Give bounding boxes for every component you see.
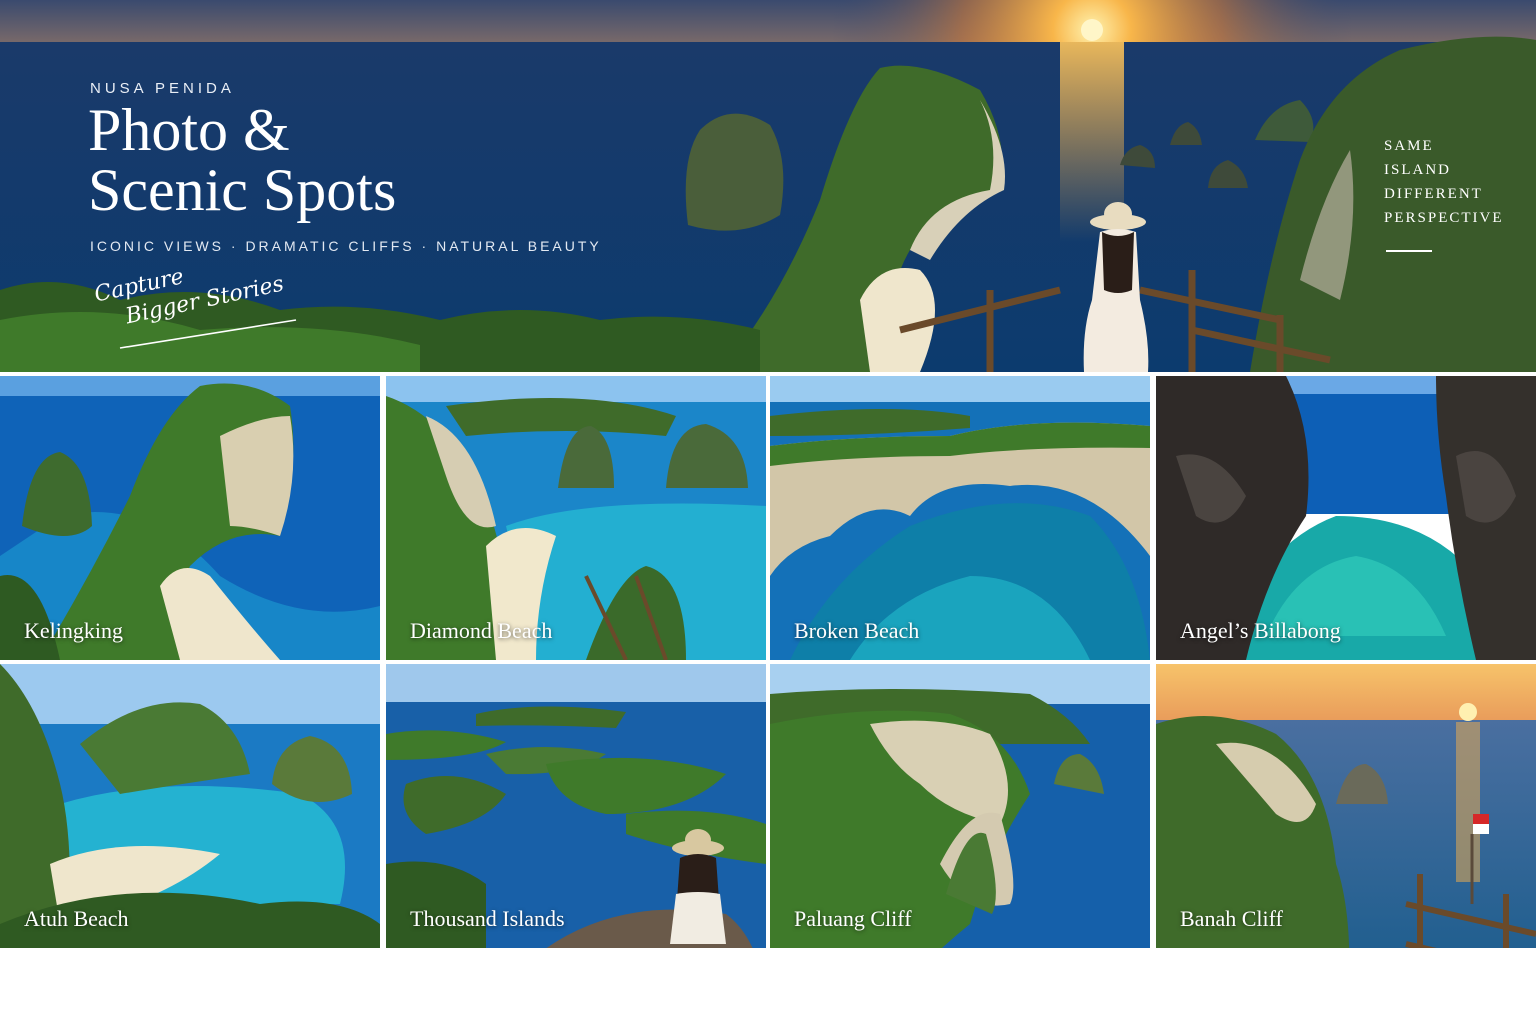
- spot-card-atuh-beach[interactable]: Atuh Beach: [0, 664, 380, 948]
- hero-banner: NUSA PENIDA Photo & Scenic Spots ICONIC …: [0, 0, 1536, 372]
- spot-card-thousand-islands[interactable]: Thousand Islands: [386, 664, 766, 948]
- sun-icon: [1459, 703, 1477, 721]
- side-note-divider: [1386, 250, 1432, 252]
- spot-card-kelingking[interactable]: Kelingking: [0, 376, 380, 660]
- side-note-line: PERSPECTIVE: [1384, 210, 1504, 226]
- page-title: Photo & Scenic Spots: [88, 100, 608, 220]
- spot-card-paluang-cliff[interactable]: Paluang Cliff: [770, 664, 1150, 948]
- spot-label: Thousand Islands: [410, 906, 565, 931]
- spot-card-broken-beach[interactable]: Broken Beach: [770, 376, 1150, 660]
- title-line-2: Scenic Spots: [88, 157, 397, 223]
- side-note: SAME ISLAND DIFFERENT PERSPECTIVE: [1384, 134, 1524, 230]
- side-note-line: DIFFERENT: [1384, 186, 1483, 202]
- spot-label: Broken Beach: [794, 618, 920, 643]
- hero-tagline: ICONIC VIEWS · DRAMATIC CLIFFS · NATURAL…: [90, 238, 602, 254]
- side-note-line: SAME: [1384, 138, 1434, 154]
- spot-label: Atuh Beach: [24, 906, 129, 931]
- spot-label: Paluang Cliff: [794, 906, 912, 931]
- spot-label: Angel’s Billabong: [1180, 618, 1341, 643]
- flag-icon: [1473, 814, 1489, 824]
- hero-eyebrow: NUSA PENIDA: [90, 80, 235, 97]
- spot-card-angels-billabong[interactable]: Angel’s Billabong: [1156, 376, 1536, 660]
- title-line-1: Photo &: [88, 97, 290, 163]
- script-underline: [119, 319, 297, 349]
- spot-label: Kelingking: [24, 618, 123, 643]
- spot-label: Banah Cliff: [1180, 906, 1283, 931]
- sun-icon: [1081, 19, 1103, 41]
- spot-label: Diamond Beach: [410, 618, 553, 643]
- side-note-line: ISLAND: [1384, 162, 1451, 178]
- spot-card-banah-cliff[interactable]: Banah Cliff: [1156, 664, 1536, 948]
- spot-card-diamond-beach[interactable]: Diamond Beach: [386, 376, 766, 660]
